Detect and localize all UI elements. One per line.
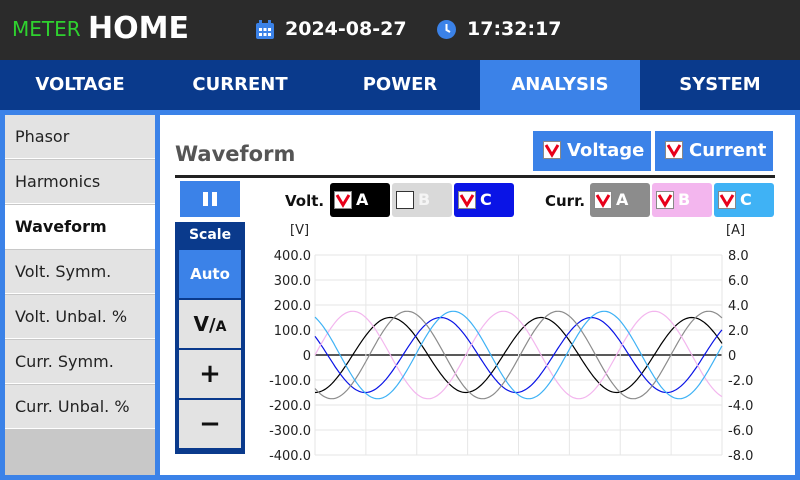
voltage-channel-a-toggle[interactable]: A — [330, 183, 390, 217]
current-channels-label: Curr. — [545, 192, 586, 210]
channel-name: C — [740, 190, 752, 209]
page-title: HOME — [88, 11, 189, 46]
current-channel-c-toggle[interactable]: C — [714, 183, 774, 217]
left-axis-unit: [V] — [290, 223, 309, 238]
voltage-channel-c-toggle[interactable]: C — [454, 183, 514, 217]
chart-grid — [314, 254, 723, 456]
main-tab-bar: VOLTAGE CURRENT POWER ANALYSIS SYSTEM — [0, 60, 800, 110]
tab-system[interactable]: SYSTEM — [640, 60, 800, 110]
sidebar-item-curr-unbal[interactable]: Curr. Unbal. % — [5, 385, 155, 429]
checkbox-unchecked-icon — [396, 191, 414, 209]
right-tick-label: 8.0 — [728, 249, 749, 264]
channel-name: B — [418, 190, 431, 209]
voltage-channel-b-toggle[interactable]: B — [392, 183, 452, 217]
right-tick-label: 2.0 — [728, 324, 749, 339]
tab-analysis[interactable]: ANALYSIS — [480, 60, 640, 110]
channel-name: B — [678, 190, 691, 209]
checkbox-checked-icon — [656, 191, 674, 209]
left-tick-label: -300.0 — [269, 424, 311, 439]
sidebar-item-curr-symm[interactable]: Curr. Symm. — [5, 340, 155, 384]
brand-label: METER — [12, 17, 81, 41]
time-display: 17:32:17 — [467, 18, 562, 40]
right-tick-label: -2.0 — [728, 374, 753, 389]
tab-power[interactable]: POWER — [320, 60, 480, 110]
sidebar-item-volt-symm[interactable]: Volt. Symm. — [5, 250, 155, 294]
right-tick-label: -6.0 — [728, 424, 753, 439]
channel-name: A — [356, 190, 369, 209]
current-channel-a-toggle[interactable]: A — [590, 183, 650, 217]
checkbox-checked-icon — [543, 141, 561, 159]
calendar-icon — [256, 20, 274, 39]
right-tick-label: 0 — [728, 349, 736, 364]
panel-title: Waveform — [175, 142, 296, 166]
checkbox-checked-icon — [594, 191, 612, 209]
sidebar-item-waveform[interactable]: Waveform — [5, 205, 155, 249]
current-channel-b-toggle[interactable]: B — [652, 183, 712, 217]
checkbox-checked-icon — [458, 191, 476, 209]
analysis-sidebar: Phasor Harmonics Waveform Volt. Symm. Vo… — [5, 115, 155, 475]
right-axis-unit: [A] — [726, 223, 745, 238]
sidebar-item-phasor[interactable]: Phasor — [5, 115, 155, 159]
tab-current[interactable]: CURRENT — [160, 60, 320, 110]
voltage-toggle-button[interactable]: Voltage — [533, 131, 651, 171]
left-tick-label: 300.0 — [274, 274, 311, 289]
right-tick-label: 4.0 — [728, 299, 749, 314]
right-tick-label: 6.0 — [728, 274, 749, 289]
right-tick-label: -4.0 — [728, 399, 753, 414]
sidebar-item-volt-unbal[interactable]: Volt. Unbal. % — [5, 295, 155, 339]
date-display: 2024-08-27 — [285, 18, 407, 40]
right-tick-label: -8.0 — [728, 449, 753, 464]
left-tick-label: 0 — [303, 349, 311, 364]
checkbox-checked-icon — [665, 141, 683, 159]
channel-name: C — [480, 190, 492, 209]
left-tick-label: 100.0 — [274, 324, 311, 339]
channel-name: A — [616, 190, 629, 209]
left-tick-label: -100.0 — [269, 374, 311, 389]
voltage-channels-label: Volt. — [285, 192, 325, 210]
left-tick-label: -400.0 — [269, 449, 311, 464]
tab-voltage[interactable]: VOLTAGE — [0, 60, 160, 110]
pause-button[interactable] — [180, 181, 240, 217]
clock-icon — [437, 20, 456, 39]
header-bar: METER HOME 2024-08-27 17:32:17 — [0, 0, 800, 60]
chart-axis-ticks: 400.0 8.0 300.0 6.0 200.0 4.0 100.0 2.0 0 0 -100.0… — [269, 249, 753, 464]
voltage-toggle-label: Voltage — [567, 140, 645, 161]
left-tick-label: -200.0 — [269, 399, 311, 414]
title-divider — [175, 175, 775, 178]
left-tick-label: 200.0 — [274, 299, 311, 314]
current-toggle-button[interactable]: Current — [655, 131, 773, 171]
checkbox-checked-icon — [718, 191, 736, 209]
left-tick-label: 400.0 — [274, 249, 311, 264]
sidebar-item-harmonics[interactable]: Harmonics — [5, 160, 155, 204]
current-toggle-label: Current — [689, 140, 767, 161]
checkbox-checked-icon — [334, 191, 352, 209]
waveform-chart: [V] [A] 400.0 8.0 300.0 6.0 200.0 4.0 100.0 2.0… — [269, 223, 753, 464]
